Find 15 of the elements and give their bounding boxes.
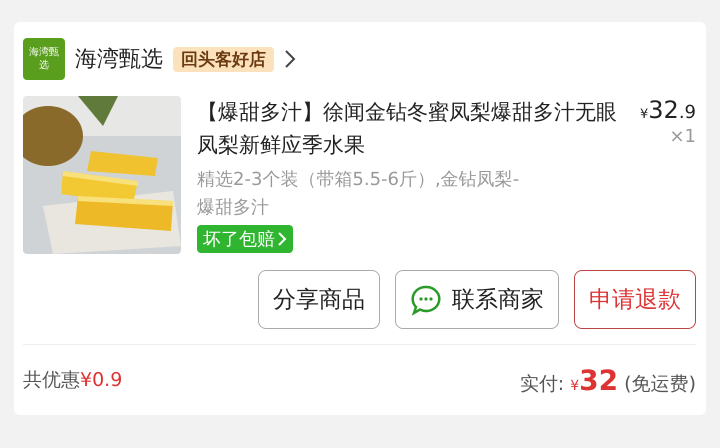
- chat-icon: [410, 284, 442, 316]
- quantity: ×1: [669, 126, 696, 147]
- discount-total: 共优惠¥0.9: [23, 368, 122, 393]
- paid-total: 实付: ¥32 (免运费): [520, 364, 696, 396]
- product-title[interactable]: 【爆甜多汁】徐闻金钻冬蜜凤梨爆甜多汁无眼凤梨新鲜应季水果: [197, 96, 624, 162]
- shop-badge: 回头客好店: [173, 46, 274, 72]
- shop-logo: 海湾甄选: [23, 38, 65, 80]
- unit-price: ¥32.9: [640, 96, 696, 124]
- chevron-icon: [277, 231, 287, 247]
- share-button[interactable]: 分享商品: [258, 270, 380, 329]
- product-spec: 精选2-3个装（带箱5.5-6斤）,金钻凤梨-爆甜多汁: [197, 168, 520, 220]
- shop-name[interactable]: 海湾甄选: [75, 44, 163, 74]
- refund-button[interactable]: 申请退款: [574, 270, 696, 329]
- chevron-icon[interactable]: [284, 49, 296, 69]
- contact-button[interactable]: 联系商家: [395, 270, 559, 329]
